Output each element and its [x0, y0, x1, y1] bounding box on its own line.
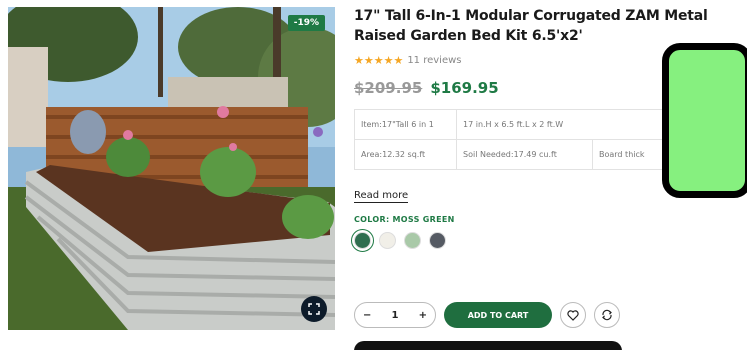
product-image[interactable]: -19% [8, 7, 335, 330]
discount-badge: -19% [287, 15, 325, 31]
buy-now-button[interactable] [354, 341, 622, 350]
color-label: COLOR: MOSS GREEN [354, 215, 455, 224]
product-title: 17" Tall 6-In-1 Modular Corrugated ZAM M… [354, 8, 708, 44]
garden-bed-photo [8, 7, 335, 330]
spec-cell: 17 in.H x 6.5 ft.L x 2 ft.W [456, 109, 673, 140]
color-swatches [351, 229, 747, 252]
spec-cell: Area:12.32 sq.ft [354, 139, 457, 170]
quantity-stepper: − 1 + [354, 302, 436, 328]
green-overlay-box [662, 43, 747, 198]
spec-row: Item:17"Tall 6 in 1 17 in.H x 6.5 ft.L x… [354, 109, 673, 140]
refresh-icon [602, 309, 612, 321]
spec-cell: Item:17"Tall 6 in 1 [354, 109, 457, 140]
wishlist-button[interactable] [560, 302, 586, 328]
increment-button[interactable]: + [419, 310, 427, 321]
reviews-link[interactable]: 11 reviews [407, 55, 461, 66]
star-rating-icon: ★★★★★ [354, 54, 404, 67]
read-more-link[interactable]: Read more [354, 190, 409, 203]
heart-icon [567, 309, 579, 321]
spec-table: Item:17"Tall 6 in 1 17 in.H x 6.5 ft.L x… [354, 109, 673, 170]
spec-row: Area:12.32 sq.ft Soil Needed:17.49 cu.ft… [354, 139, 673, 170]
cart-row: − 1 + ADD TO CART [354, 302, 620, 328]
swatch-sage[interactable] [404, 232, 421, 249]
decrement-button[interactable]: − [363, 310, 371, 321]
swatch-moss-green[interactable] [351, 229, 374, 252]
swatch-white[interactable] [379, 232, 396, 249]
spec-cell: Soil Needed:17.49 cu.ft [456, 139, 593, 170]
expand-icon [308, 303, 320, 315]
swatch-grey[interactable] [429, 232, 446, 249]
zoom-button[interactable] [301, 296, 327, 322]
add-to-cart-button[interactable]: ADD TO CART [444, 302, 552, 328]
compare-button[interactable] [594, 302, 620, 328]
quantity-value[interactable]: 1 [392, 310, 399, 321]
old-price: $209.95 [354, 79, 423, 97]
new-price: $169.95 [430, 79, 499, 97]
spec-cell: Board thick [592, 139, 673, 170]
